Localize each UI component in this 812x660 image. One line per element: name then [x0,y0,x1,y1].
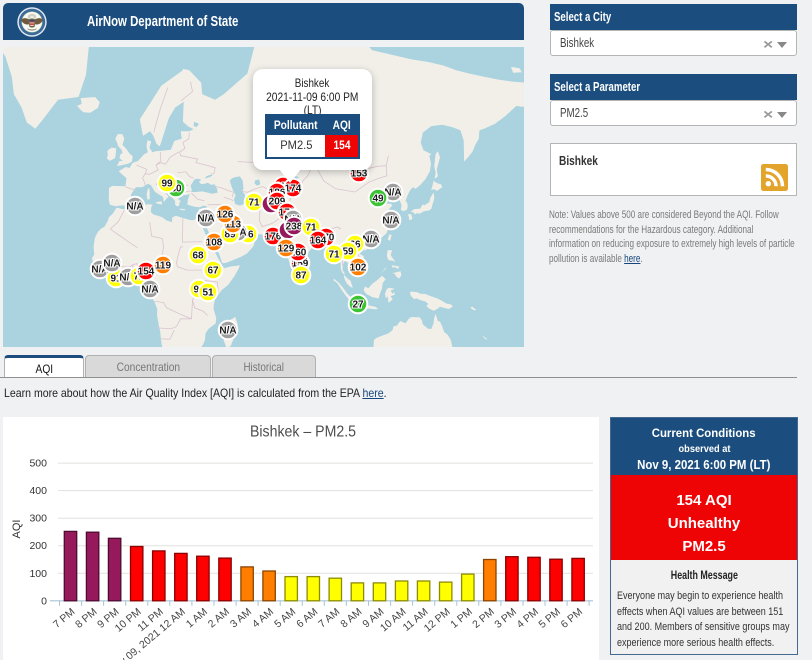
svg-text:99: 99 [161,179,173,190]
svg-text:49: 49 [372,194,384,205]
svg-text:N/A: N/A [126,202,143,213]
svg-text:N/A: N/A [219,326,236,337]
svg-text:68: 68 [192,251,204,262]
svg-text:6 PM: 6 PM [559,606,585,631]
svg-text:1 PM: 1 PM [448,606,474,631]
svg-text:67: 67 [207,266,219,277]
svg-text:7 AM: 7 AM [316,606,342,631]
svg-text:129: 129 [278,244,295,255]
svg-text:119: 119 [155,261,172,272]
svg-text:51: 51 [202,288,214,299]
svg-text:2 AM: 2 AM [206,606,232,631]
svg-text:2 PM: 2 PM [470,606,496,631]
svg-text:87: 87 [295,271,307,282]
svg-text:154: 154 [138,267,155,278]
svg-text:164: 164 [310,236,327,247]
svg-text:4 AM: 4 AM [250,606,276,631]
svg-text:102: 102 [350,263,367,274]
svg-text:1 AM: 1 AM [184,606,210,631]
svg-text:71: 71 [328,250,340,261]
svg-text:5 AM: 5 AM [272,606,298,631]
svg-text:100: 100 [29,568,47,580]
svg-text:108: 108 [206,238,223,249]
svg-text:200: 200 [29,540,47,552]
svg-text:126: 126 [217,210,234,221]
svg-text:N/A: N/A [382,216,399,227]
svg-text:N/A: N/A [197,214,214,225]
svg-text:0: 0 [41,595,47,607]
svg-text:N/A: N/A [141,285,158,296]
svg-text:300: 300 [29,513,47,525]
svg-text:59: 59 [342,247,354,258]
svg-text:400: 400 [29,485,47,497]
svg-text:7 PM: 7 PM [51,606,77,631]
svg-text:153: 153 [351,169,368,180]
svg-text:5 PM: 5 PM [536,606,562,631]
svg-text:3 AM: 3 AM [228,606,254,631]
svg-text:AQI: AQI [11,520,23,539]
svg-text:238: 238 [286,222,303,233]
svg-text:500: 500 [29,458,47,470]
svg-text:8 AM: 8 AM [338,606,364,631]
svg-text:N/A: N/A [103,259,120,270]
svg-text:27: 27 [352,300,364,311]
svg-text:Bishkek – PM2.5: Bishkek – PM2.5 [250,424,356,441]
svg-text:71: 71 [248,198,260,209]
svg-text:4 PM: 4 PM [514,606,540,631]
svg-text:3 PM: 3 PM [492,606,518,631]
svg-text:8 PM: 8 PM [73,606,99,631]
svg-text:6 AM: 6 AM [294,606,320,631]
